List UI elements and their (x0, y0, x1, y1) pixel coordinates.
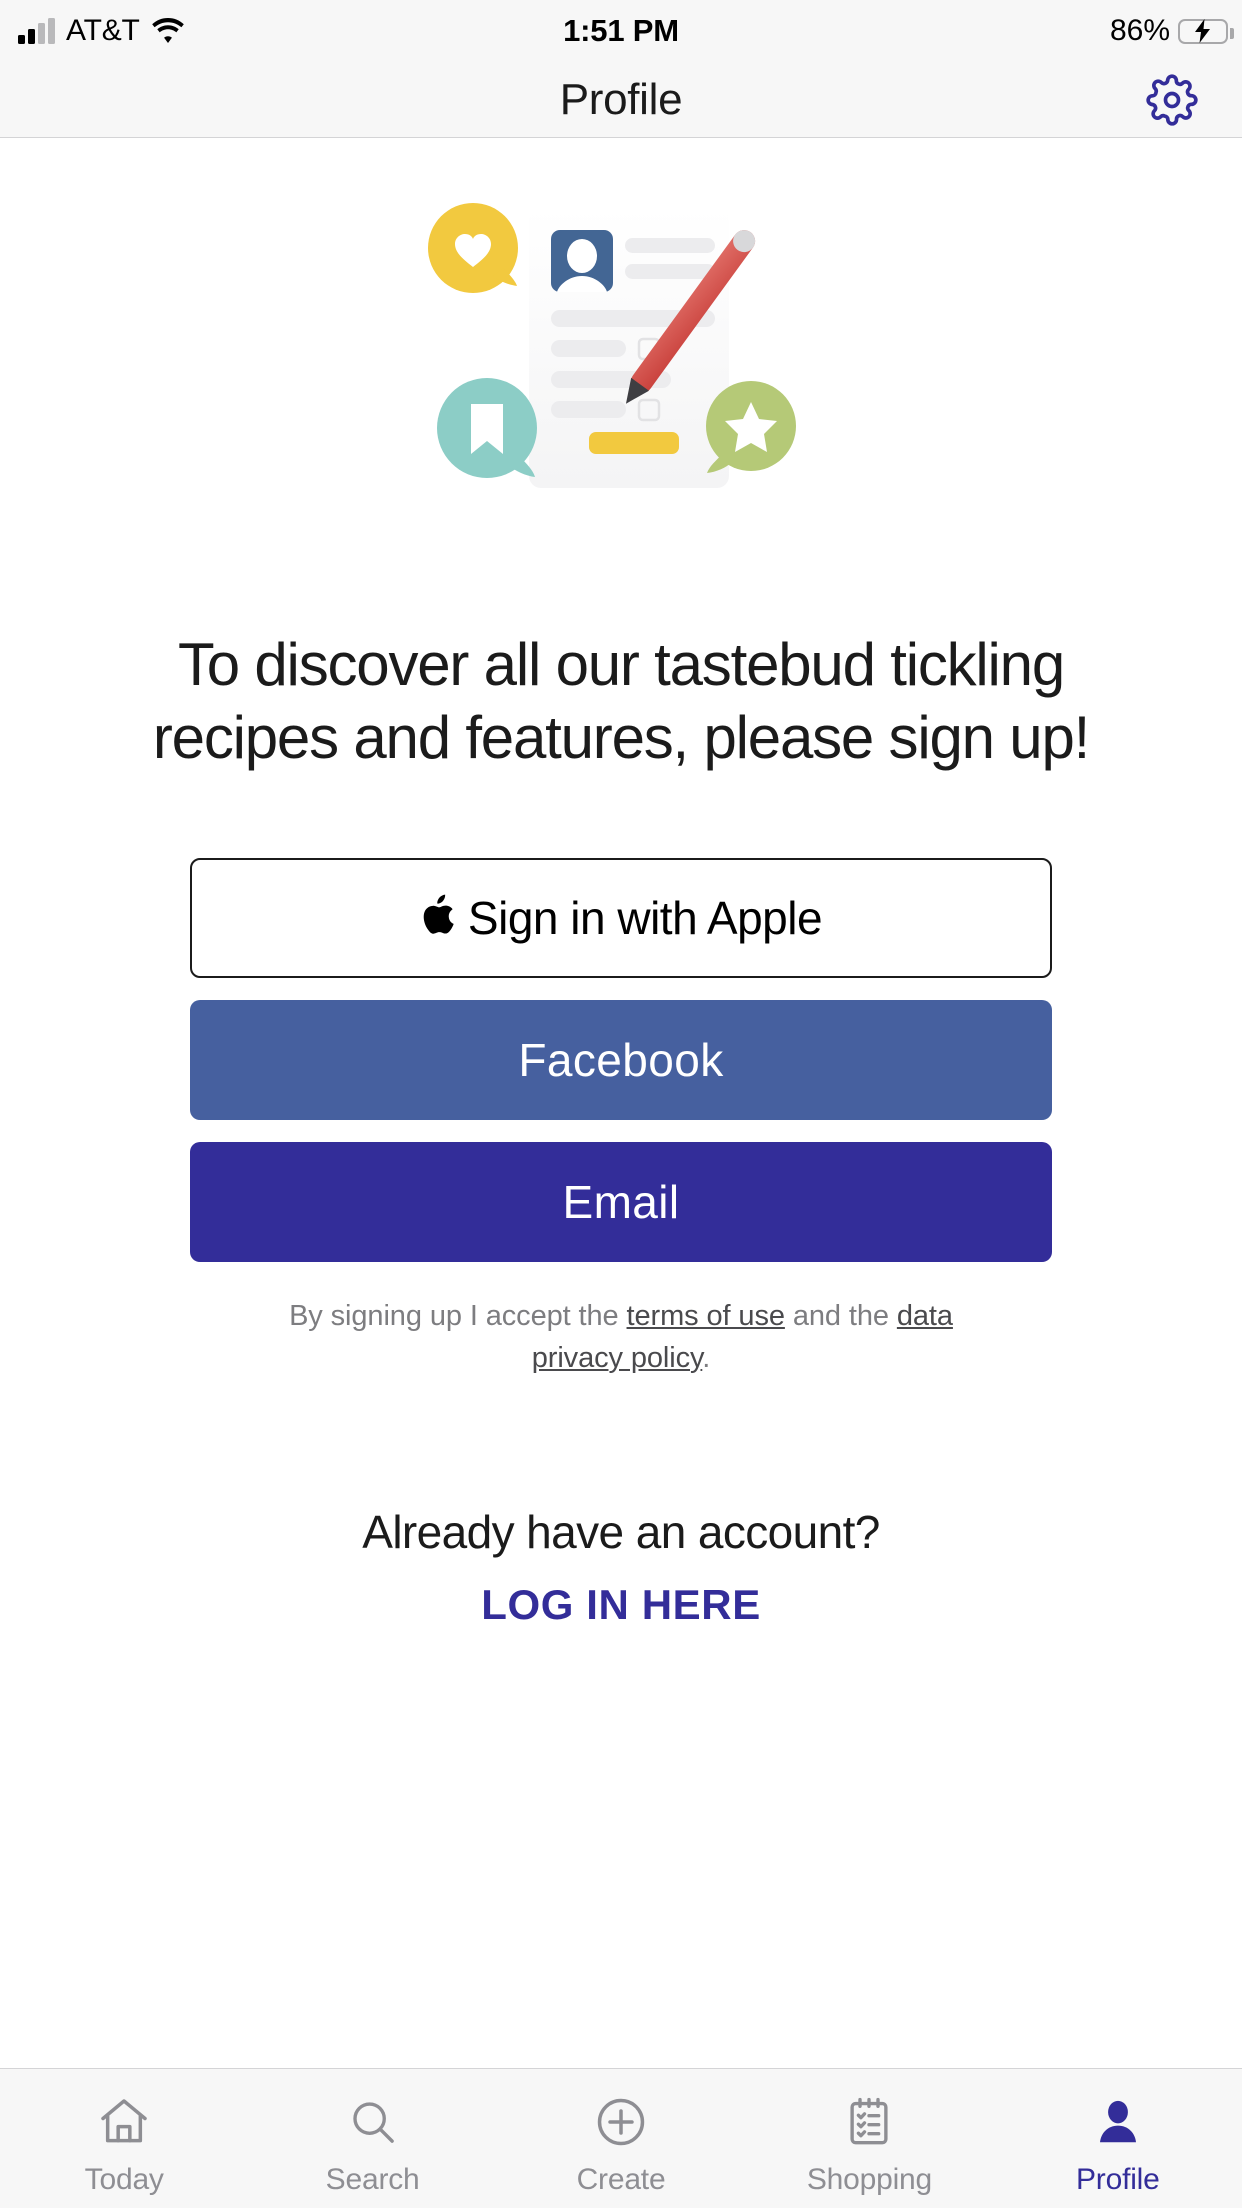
tab-create-label: Create (576, 2163, 666, 2196)
tab-profile[interactable]: Profile (994, 2091, 1242, 2197)
legal-disclaimer: By signing up I accept the terms of use … (241, 1296, 1001, 1378)
legal-middle: and the (784, 1300, 897, 1333)
log-in-here-link[interactable]: LOG IN HERE (0, 1581, 1242, 1629)
tab-today-label: Today (84, 2163, 164, 2196)
terms-of-use-link[interactable]: terms of use (627, 1300, 785, 1332)
tab-shopping-label: Shopping (806, 2163, 933, 2196)
star-bubble-icon (706, 381, 796, 473)
search-icon (346, 2091, 400, 2153)
signup-headline: To discover all our tastebud tickling re… (152, 631, 1090, 772)
tab-search-label: Search (325, 2163, 420, 2196)
email-signup-button[interactable]: Email (190, 1142, 1052, 1263)
person-icon (1091, 2091, 1145, 2153)
page-title: Profile (559, 74, 683, 124)
existing-account-question: Already have an account? (362, 1505, 880, 1558)
sign-in-with-apple-button[interactable]: Sign in with Apple (190, 858, 1052, 979)
tab-create[interactable]: Create (497, 2091, 745, 2197)
legal-prefix: By signing up I accept the (289, 1300, 627, 1333)
tab-profile-label: Profile (1076, 2163, 1160, 2196)
tab-search[interactable]: Search (248, 2091, 496, 2197)
status-bar-right: 86% (1109, 14, 1234, 48)
battery-charging-icon (1178, 18, 1234, 44)
tab-today[interactable]: Today (0, 2091, 248, 2197)
email-label: Email (562, 1176, 680, 1229)
app-screen: AT&T 1:51 PM 86% Profile To discover all… (0, 0, 1242, 2208)
facebook-signup-button[interactable]: Facebook (190, 1000, 1052, 1121)
home-icon (96, 2091, 152, 2153)
signup-buttons: Sign in with Apple Facebook Email (190, 858, 1052, 1263)
battery-percent-label: 86% (1109, 14, 1170, 47)
status-bar: AT&T 1:51 PM 86% (0, 0, 1242, 62)
tab-shopping[interactable]: Shopping (745, 2091, 993, 2197)
sign-in-with-apple-label: Sign in with Apple (467, 892, 823, 945)
profile-card (529, 208, 729, 488)
gear-icon[interactable] (1144, 72, 1200, 128)
checklist-icon (842, 2091, 896, 2153)
facebook-label: Facebook (518, 1034, 724, 1087)
main-content: To discover all our tastebud tickling re… (0, 138, 1242, 2068)
profile-signup-illustration (0, 180, 1242, 580)
login-section: Already have an account? LOG IN HERE (0, 1505, 1242, 1629)
apple-logo-icon (423, 894, 454, 935)
bookmark-bubble-icon (437, 378, 537, 478)
clock-label: 1:51 PM (563, 13, 679, 48)
navigation-bar: Profile (0, 62, 1242, 138)
legal-suffix: . (702, 1341, 711, 1374)
bottom-tab-bar: Today Search Create Shopping Profile (0, 2068, 1242, 2208)
plus-circle-icon (593, 2091, 649, 2153)
heart-bubble-icon (428, 203, 518, 293)
